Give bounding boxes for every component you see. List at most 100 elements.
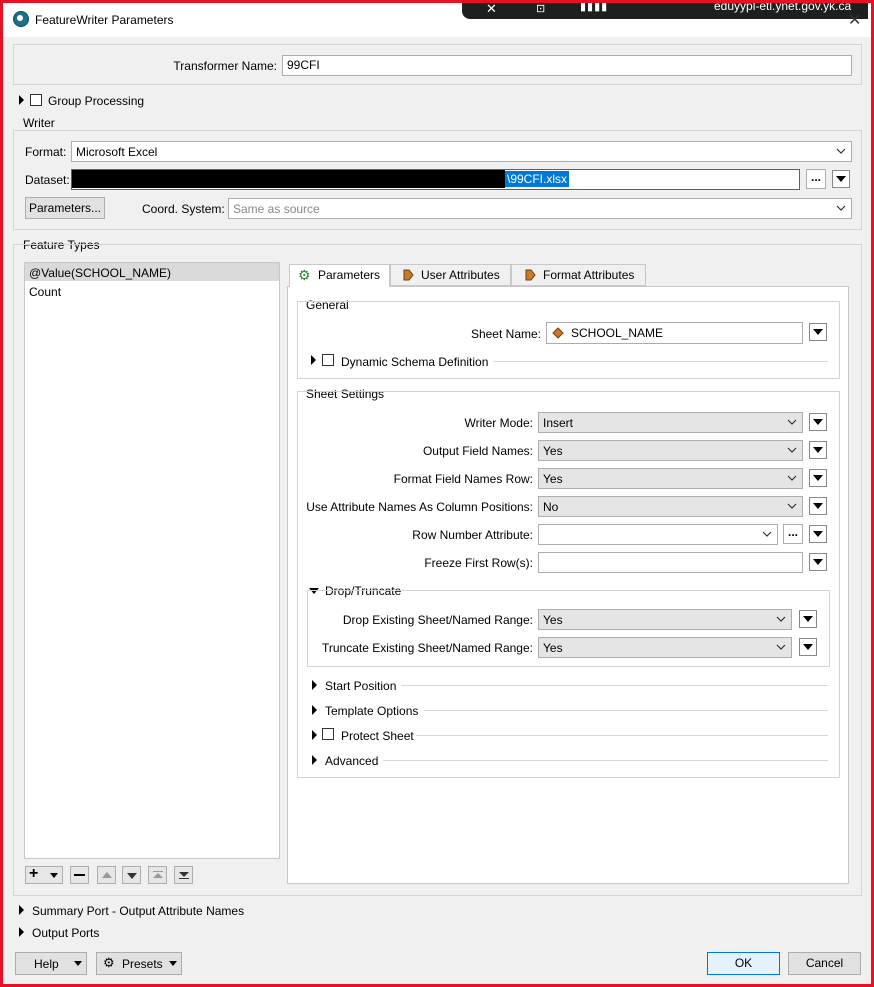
close-icon[interactable]: ✕ bbox=[848, 10, 861, 30]
group-processing-checkbox[interactable] bbox=[30, 94, 42, 106]
dynamic-schema-checkbox[interactable] bbox=[322, 354, 334, 366]
coord-system-select[interactable]: Same as source bbox=[228, 198, 852, 219]
expand-output-ports-icon[interactable] bbox=[19, 927, 24, 937]
attribute-icon bbox=[403, 269, 414, 281]
output-field-names-select[interactable]: Yes bbox=[538, 440, 803, 461]
cancel-button[interactable]: Cancel bbox=[788, 952, 861, 975]
gear-icon: ⚙ bbox=[298, 267, 311, 283]
truncate-existing-select[interactable]: Yes bbox=[538, 637, 792, 658]
format-field-names-row-label: Format Field Names Row: bbox=[393, 472, 533, 486]
attribute-names-columns-menu-button[interactable] bbox=[809, 497, 827, 515]
freeze-first-rows-input[interactable] bbox=[538, 552, 803, 573]
transformer-name-input[interactable]: 99CFI bbox=[282, 55, 852, 76]
window-icon[interactable]: ⊡ bbox=[536, 3, 545, 15]
chevron-down-icon bbox=[74, 961, 82, 966]
coord-system-label: Coord. System: bbox=[142, 202, 225, 216]
expand-protect-sheet-icon[interactable] bbox=[312, 730, 317, 740]
sheet-name-value: SCHOOL_NAME bbox=[571, 326, 664, 340]
chevron-down-icon bbox=[787, 475, 797, 481]
writer-mode-menu-button[interactable] bbox=[809, 413, 827, 431]
row-number-browse-button[interactable]: ... bbox=[783, 524, 803, 544]
chevron-down-icon bbox=[50, 873, 58, 878]
sheet-name-input[interactable]: SCHOOL_NAME bbox=[546, 322, 803, 344]
chevron-down-icon bbox=[836, 205, 846, 211]
chevron-down-icon bbox=[776, 644, 786, 650]
parameters-button[interactable]: Parameters... bbox=[25, 197, 105, 219]
summary-port-label[interactable]: Summary Port - Output Attribute Names bbox=[32, 904, 244, 918]
row-number-attribute-label: Row Number Attribute: bbox=[412, 528, 533, 542]
drop-existing-label: Drop Existing Sheet/Named Range: bbox=[342, 613, 533, 627]
template-options-label[interactable]: Template Options bbox=[325, 704, 418, 718]
chevron-down-icon bbox=[169, 961, 177, 966]
output-field-names-menu-button[interactable] bbox=[809, 441, 827, 459]
remove-feature-type-button[interactable] bbox=[70, 866, 89, 884]
dataset-menu-button[interactable] bbox=[832, 170, 850, 188]
writer-mode-select[interactable]: Insert bbox=[538, 412, 803, 433]
drop-existing-select[interactable]: Yes bbox=[538, 609, 792, 630]
expand-summary-port-icon[interactable] bbox=[19, 905, 24, 915]
format-label: Format: bbox=[25, 145, 67, 159]
chevron-down-icon bbox=[787, 447, 797, 453]
dataset-label: Dataset: bbox=[25, 173, 70, 187]
tab-parameters[interactable]: ⚙ Parameters bbox=[289, 264, 390, 287]
feature-type-item[interactable]: Count bbox=[29, 285, 61, 299]
truncate-existing-menu-button[interactable] bbox=[799, 638, 817, 656]
format-field-names-row-menu-button[interactable] bbox=[809, 469, 827, 487]
writer-mode-label: Writer Mode: bbox=[464, 416, 533, 430]
format-select[interactable]: Microsoft Excel bbox=[71, 141, 852, 162]
feature-types-list[interactable] bbox=[24, 262, 280, 859]
move-up-button[interactable] bbox=[97, 866, 116, 884]
start-position-label[interactable]: Start Position bbox=[325, 679, 396, 693]
transformer-name-label: Transformer Name: bbox=[173, 59, 277, 73]
output-ports-label[interactable]: Output Ports bbox=[32, 926, 99, 940]
advanced-label[interactable]: Advanced bbox=[325, 754, 378, 768]
presets-button[interactable]: ⚙ Presets bbox=[96, 952, 182, 975]
window-title: FeatureWriter Parameters bbox=[35, 13, 174, 27]
minus-icon bbox=[74, 874, 85, 876]
arrow-up-icon bbox=[102, 872, 112, 878]
expand-template-options-icon[interactable] bbox=[312, 705, 317, 715]
freeze-first-rows-label: Freeze First Row(s): bbox=[424, 556, 533, 570]
expand-dynamic-schema-icon[interactable] bbox=[311, 355, 316, 365]
move-bottom-button[interactable] bbox=[174, 866, 193, 884]
redacted-path bbox=[72, 170, 505, 188]
add-feature-type-button[interactable]: + bbox=[25, 865, 63, 884]
expand-group-processing-icon[interactable] bbox=[19, 95, 24, 105]
row-number-menu-button[interactable] bbox=[809, 525, 827, 543]
sheet-name-menu-button[interactable] bbox=[809, 323, 827, 341]
collapse-icon[interactable]: ✕ bbox=[486, 3, 497, 17]
chevron-down-icon bbox=[836, 148, 846, 154]
expand-start-position-icon[interactable] bbox=[312, 680, 317, 690]
help-button[interactable]: Help bbox=[15, 952, 87, 975]
browse-dataset-button[interactable]: ... bbox=[806, 169, 826, 189]
dynamic-schema-label: Dynamic Schema Definition bbox=[341, 355, 489, 369]
attribute-names-columns-label: Use Attribute Names As Column Positions: bbox=[306, 500, 533, 514]
coord-system-placeholder: Same as source bbox=[233, 202, 320, 216]
attribute-icon bbox=[525, 269, 536, 281]
writer-heading: Writer bbox=[23, 116, 55, 130]
chevron-down-icon bbox=[776, 616, 786, 622]
fme-app-icon bbox=[13, 11, 29, 27]
protect-sheet-checkbox[interactable] bbox=[322, 728, 334, 740]
chevron-down-icon bbox=[787, 503, 797, 509]
move-top-button[interactable] bbox=[148, 866, 167, 884]
expand-advanced-icon[interactable] bbox=[312, 755, 317, 765]
tab-user-attributes[interactable]: User Attributes bbox=[390, 264, 511, 286]
arrow-down-icon bbox=[127, 873, 137, 879]
ok-button[interactable]: OK bbox=[707, 952, 780, 975]
chevron-down-icon bbox=[762, 531, 772, 537]
plus-icon: + bbox=[29, 865, 39, 882]
output-field-names-label: Output Field Names: bbox=[422, 444, 533, 458]
gear-icon: ⚙ bbox=[103, 955, 115, 970]
tab-format-attributes[interactable]: Format Attributes bbox=[511, 264, 646, 286]
remote-session-overlay[interactable]: ✕ ⊡ ▮▮▮▮ eduyypl-etl.ynet.gov.yk.ca bbox=[462, 3, 868, 19]
move-down-button[interactable] bbox=[122, 866, 141, 884]
attribute-names-columns-select[interactable]: No bbox=[538, 496, 803, 517]
drop-existing-menu-button[interactable] bbox=[799, 610, 817, 628]
signal-icon: ▮▮▮▮ bbox=[580, 3, 609, 13]
row-number-attribute-select[interactable] bbox=[538, 524, 778, 545]
feature-type-item[interactable]: @Value(SCHOOL_NAME) bbox=[29, 266, 171, 280]
format-field-names-row-select[interactable]: Yes bbox=[538, 468, 803, 489]
freeze-first-rows-menu-button[interactable] bbox=[809, 553, 827, 571]
host-name: eduyypl-etl.ynet.gov.yk.ca bbox=[714, 3, 852, 13]
